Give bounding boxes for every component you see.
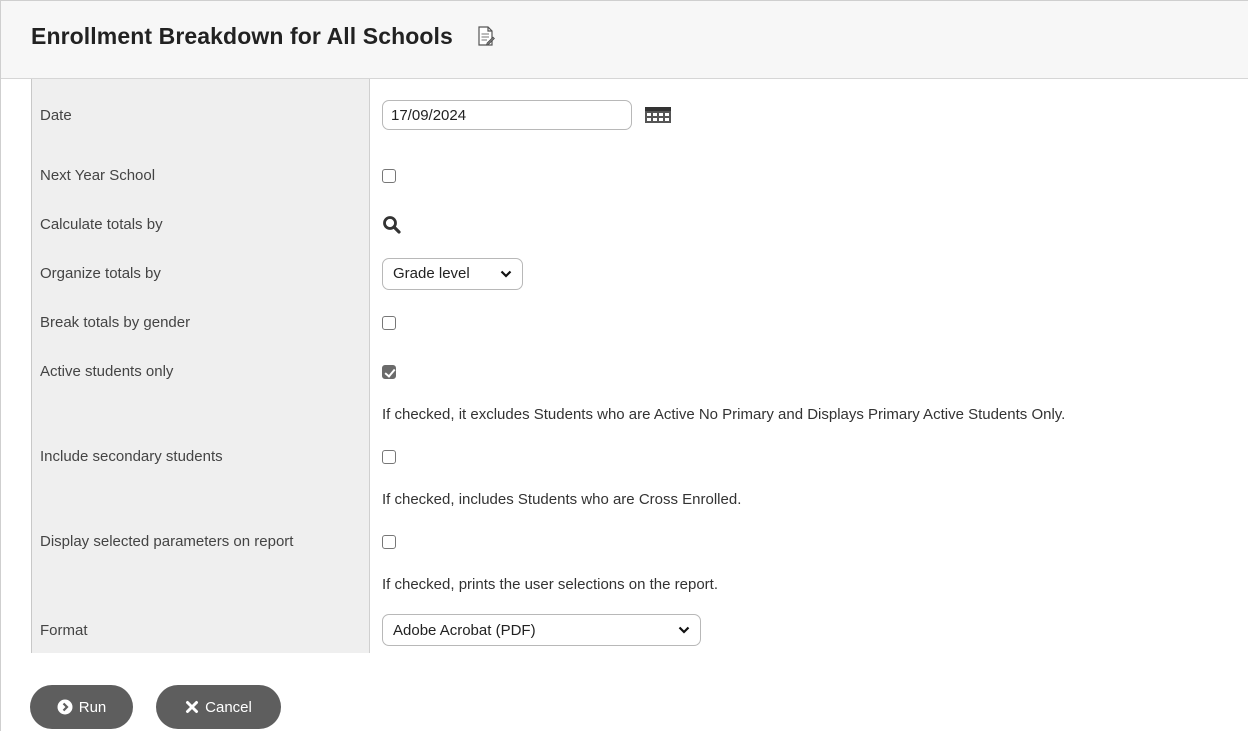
include-secondary-label: Include secondary students	[32, 432, 370, 481]
date-label: Date	[32, 79, 370, 151]
include-secondary-row	[370, 432, 1248, 481]
display-params-row	[370, 517, 1248, 566]
page-header: Enrollment Breakdown for All Schools	[1, 1, 1248, 79]
run-button[interactable]: Run	[30, 685, 133, 729]
format-select[interactable]: Adobe Acrobat (PDF)	[382, 614, 701, 646]
calculate-totals-row	[370, 200, 1248, 249]
report-page: Enrollment Breakdown for All Schools Dat…	[0, 0, 1248, 731]
action-buttons: Run Cancel	[30, 685, 281, 729]
break-gender-label: Break totals by gender	[32, 298, 370, 347]
calculate-totals-label: Calculate totals by	[32, 200, 370, 249]
display-params-label: Display selected parameters on report	[32, 517, 370, 566]
calendar-icon[interactable]	[644, 105, 672, 125]
cancel-button[interactable]: Cancel	[156, 685, 281, 729]
include-secondary-checkbox[interactable]	[382, 449, 396, 464]
next-year-school-checkbox[interactable]	[382, 168, 396, 183]
include-secondary-note-row: If checked, includes Students who are Cr…	[370, 481, 1248, 517]
page-title: Enrollment Breakdown for All Schools	[31, 23, 453, 49]
play-circle-icon	[57, 699, 73, 715]
organize-totals-label: Organize totals by	[32, 249, 370, 298]
date-row	[370, 79, 1248, 151]
display-params-note: If checked, prints the user selections o…	[382, 575, 719, 593]
display-params-note-spacer	[32, 566, 370, 602]
date-input[interactable]	[382, 100, 632, 130]
organize-totals-row: Grade level	[370, 249, 1248, 298]
chevron-down-icon	[678, 626, 690, 634]
active-only-checkbox[interactable]	[382, 364, 396, 379]
format-row: Adobe Acrobat (PDF)	[370, 602, 1248, 658]
active-only-note-row: If checked, it excludes Students who are…	[370, 396, 1248, 432]
active-only-note-spacer	[32, 396, 370, 432]
active-only-row	[370, 347, 1248, 396]
next-year-school-label: Next Year School	[32, 151, 370, 200]
format-value: Adobe Acrobat (PDF)	[393, 621, 536, 639]
active-only-note: If checked, it excludes Students who are…	[382, 405, 1066, 423]
search-icon[interactable]	[382, 215, 402, 235]
document-edit-icon[interactable]	[477, 26, 495, 46]
form-area: Date Next Year School Calculate totals	[1, 79, 1248, 659]
include-secondary-note-spacer	[32, 481, 370, 517]
close-icon	[186, 701, 199, 713]
cancel-button-label: Cancel	[205, 698, 252, 716]
organize-totals-select[interactable]: Grade level	[382, 257, 523, 290]
active-only-label: Active students only	[32, 347, 370, 396]
format-label: Format	[32, 602, 370, 658]
organize-totals-value: Grade level	[393, 265, 470, 282]
break-gender-row	[370, 298, 1248, 347]
chevron-down-icon	[500, 270, 512, 278]
parameters-form: Date Next Year School Calculate totals	[31, 79, 1248, 659]
display-params-note-row: If checked, prints the user selections o…	[370, 566, 1248, 602]
break-gender-checkbox[interactable]	[382, 315, 396, 330]
include-secondary-note: If checked, includes Students who are Cr…	[382, 490, 742, 508]
run-button-label: Run	[78, 698, 107, 716]
next-year-school-row	[370, 151, 1248, 200]
display-params-checkbox[interactable]	[382, 534, 396, 549]
